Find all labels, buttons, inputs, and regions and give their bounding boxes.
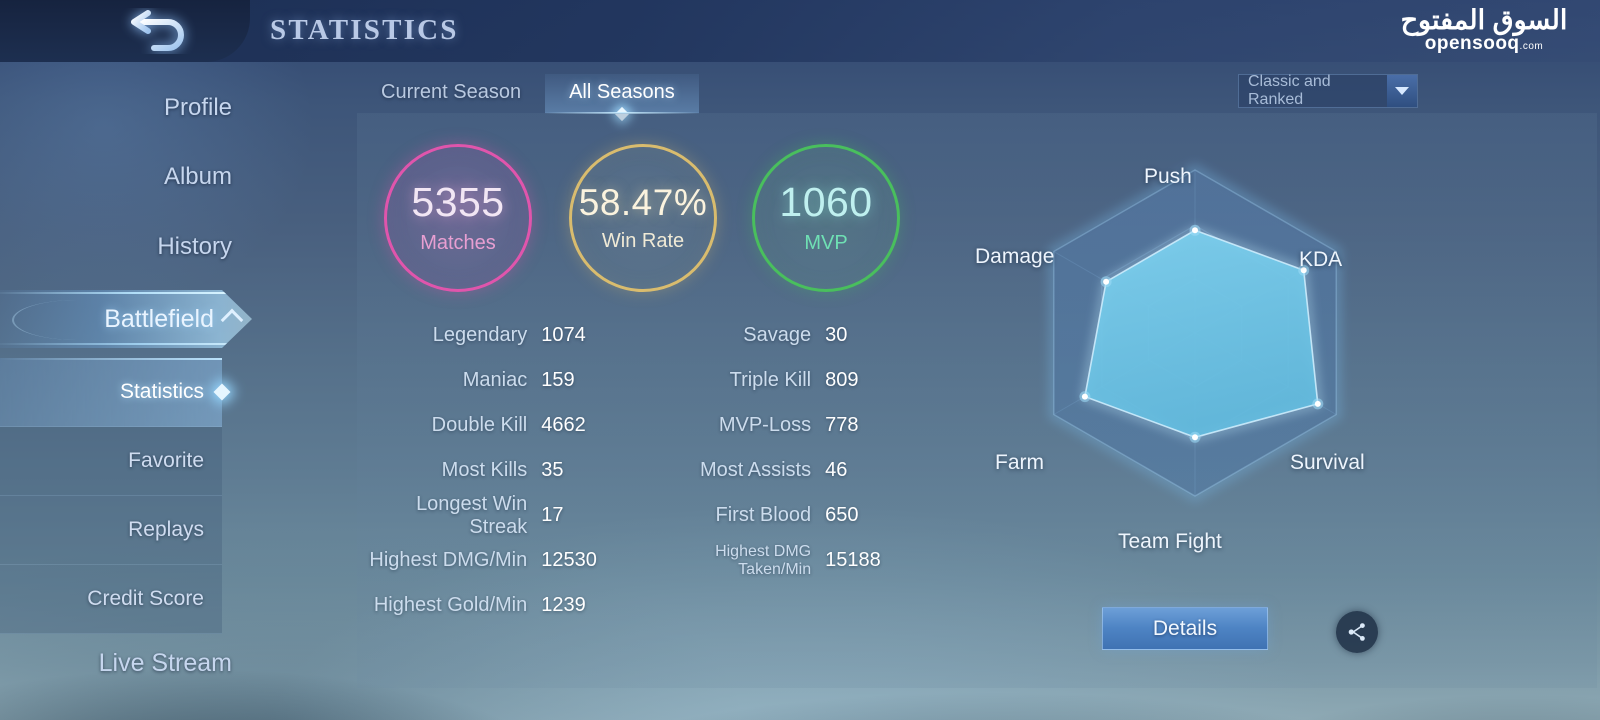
- sidebar-item-battlefield-label: Battlefield: [104, 305, 214, 333]
- watermark-tld: .com: [1519, 41, 1544, 53]
- stat-label-right: Savage: [743, 324, 812, 346]
- stat-value-right: 46: [825, 459, 848, 481]
- stat-label-left: Most Kills: [441, 459, 528, 481]
- details-button[interactable]: Details: [1102, 607, 1268, 650]
- back-button[interactable]: [118, 8, 196, 54]
- stat-value-right: 650: [825, 504, 859, 526]
- radar-vertex: [1081, 393, 1088, 400]
- stat-label-right: Highest DMG Taken/Min: [715, 542, 812, 578]
- sidebar-subitem-favorite-label: Favorite: [128, 449, 204, 472]
- watermark-arabic: السوق المفتوح: [1400, 5, 1569, 35]
- match-mode-dropdown-value: Classic and Ranked: [1248, 73, 1331, 108]
- stat-value-right: 778: [825, 414, 859, 436]
- summary-circles: 5355 Matches 58.47% Win Rate 1060 MVP: [357, 113, 917, 313]
- win-rate-label: Win Rate: [601, 229, 685, 252]
- table-row: Longest Win Streak 17 First Blood 650: [357, 493, 917, 538]
- share-button[interactable]: [1336, 611, 1378, 653]
- stat-value-right: 15188: [825, 549, 881, 571]
- table-row: Maniac 159 Triple Kill 809: [357, 358, 917, 403]
- active-indicator-diamond: [213, 383, 231, 401]
- sidebar-subitem-replays[interactable]: Replays: [0, 496, 222, 565]
- statistics-panel: 5355 Matches 58.47% Win Rate 1060 MVP Le…: [357, 113, 1597, 688]
- win-rate-value: 58.47%: [578, 181, 708, 223]
- table-row: Highest Gold/Min 1239: [357, 583, 917, 628]
- stat-label-left: Double Kill: [431, 414, 528, 436]
- stat-label-left: Highest Gold/Min: [373, 594, 528, 616]
- sidebar-item-album[interactable]: Album: [0, 163, 232, 191]
- summary-circle-matches: 5355 Matches: [384, 144, 532, 292]
- sidebar-item-live-stream[interactable]: Live Stream: [0, 649, 232, 678]
- tab-all-seasons[interactable]: All Seasons: [545, 74, 699, 122]
- sidebar-subitem-credit-score-label: Credit Score: [87, 587, 204, 610]
- radar-vertex: [1192, 227, 1198, 234]
- stat-label-left: Longest Win Streak: [416, 492, 528, 538]
- sidebar: Profile Album History Battlefield Statis…: [0, 62, 252, 720]
- sidebar-item-profile[interactable]: Profile: [0, 94, 232, 122]
- matches-label: Matches: [420, 231, 496, 254]
- stat-label-left: Legendary: [432, 324, 528, 346]
- table-row: Highest DMG/Min 12530 Highest DMG Taken/Mi…: [357, 538, 917, 583]
- tab-current-season[interactable]: Current Season: [357, 74, 545, 113]
- mvp-value: 1060: [779, 178, 873, 225]
- radar-axis-label-damage: Damage: [975, 245, 1055, 268]
- opensooq-watermark: السوق المفتوح opensooq.com: [1384, 5, 1584, 54]
- radar-vertex: [1314, 400, 1321, 407]
- radar-chart-svg: [1047, 163, 1343, 503]
- stat-value-left: 35: [541, 459, 564, 481]
- stat-label-right: MVP-Loss: [718, 414, 812, 436]
- stat-value-left: 17: [541, 504, 564, 526]
- radar-axis-label-team-fight: Team Fight: [1118, 530, 1222, 553]
- sidebar-subitem-statistics[interactable]: Statistics: [0, 358, 231, 427]
- radar-axis-label-kda: KDA: [1299, 248, 1343, 271]
- ability-radar-chart: Push KDA Survival Team Fight Farm Damage: [957, 123, 1497, 663]
- tab-all-seasons-label: All Seasons: [569, 81, 675, 103]
- statistics-table: Legendary 1074 Savage 30 Maniac 159 Triple Kil…: [357, 313, 917, 628]
- stat-label-right: Most Assists: [699, 459, 812, 481]
- summary-circle-win-rate: 58.47% Win Rate: [569, 144, 717, 292]
- top-bar: STATISTICS السوق المفتوح opensooq.com: [0, 0, 1600, 62]
- radar-axis-label-survival: Survival: [1290, 451, 1365, 474]
- stat-value-left: 1239: [541, 594, 586, 616]
- mvp-label: MVP: [804, 231, 848, 254]
- stat-value-left: 159: [541, 369, 575, 391]
- chevron-down-icon[interactable]: [1387, 75, 1417, 107]
- stat-value-right: 30: [825, 324, 848, 346]
- table-row: Most Kills 35 Most Assists 46: [357, 448, 917, 493]
- stat-value-left: 4662: [541, 414, 586, 436]
- details-button-label: Details: [1152, 616, 1218, 640]
- sidebar-subitem-replays-label: Replays: [128, 518, 204, 541]
- radar-vertex: [1192, 434, 1198, 441]
- watermark-brand: opensooq: [1424, 33, 1520, 55]
- radar-axis-label-farm: Farm: [995, 451, 1044, 474]
- watermark-latin: opensooq.com: [1384, 34, 1584, 53]
- sidebar-item-battlefield[interactable]: Battlefield: [0, 290, 252, 348]
- stat-value-right: 809: [825, 369, 859, 391]
- season-tabs: Current Season All Seasons: [357, 74, 699, 122]
- matches-value: 5355: [411, 178, 505, 225]
- stat-value-left: 1074: [541, 324, 586, 346]
- sidebar-subitem-statistics-label: Statistics: [119, 380, 204, 403]
- table-row: Legendary 1074 Savage 30: [357, 313, 917, 358]
- summary-circle-mvp: 1060 MVP: [752, 144, 900, 292]
- match-mode-dropdown[interactable]: Classic and Ranked: [1238, 73, 1418, 108]
- battlefield-submenu: Statistics Favorite Replays Credit Score: [0, 358, 231, 634]
- stat-label-right: First Blood: [715, 504, 812, 526]
- share-icon: [1348, 623, 1365, 641]
- stat-label-right: Triple Kill: [729, 369, 812, 391]
- stat-label-left: Highest DMG/Min: [369, 549, 528, 571]
- back-arrow-icon: [131, 10, 184, 51]
- stat-label-left: Maniac: [462, 369, 528, 391]
- stat-value-left: 12530: [541, 549, 597, 571]
- sidebar-subitem-credit-score[interactable]: Credit Score: [0, 565, 222, 634]
- radar-axis-label-push: Push: [1144, 165, 1192, 188]
- page-title: STATISTICS: [270, 14, 459, 46]
- sidebar-item-history[interactable]: History: [0, 233, 232, 261]
- radar-vertex: [1103, 278, 1110, 285]
- sidebar-subitem-favorite[interactable]: Favorite: [0, 427, 222, 496]
- table-row: Double Kill 4662 MVP-Loss 778: [357, 403, 917, 448]
